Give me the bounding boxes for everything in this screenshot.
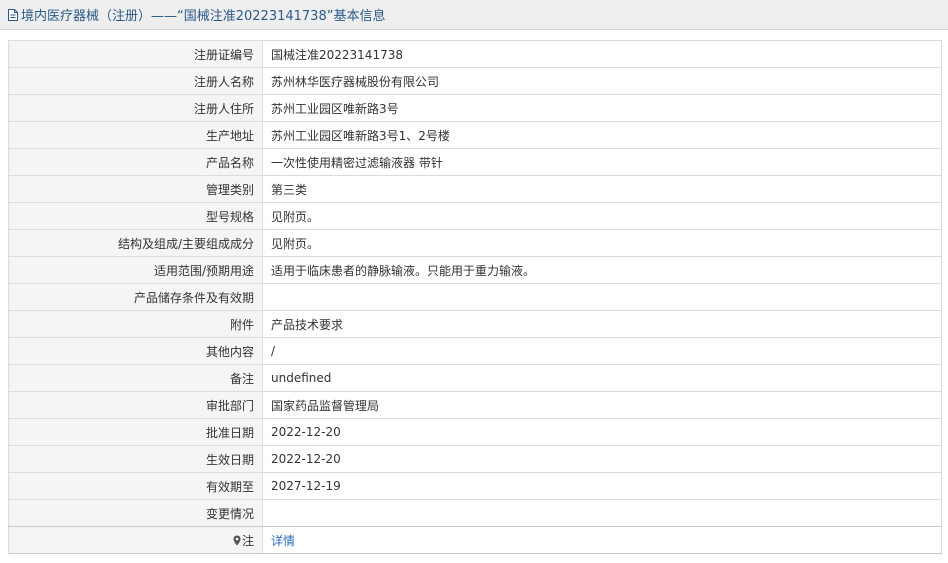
table-row: 注册证编号 国械注准20223141738 bbox=[8, 40, 942, 68]
table-row: 产品储存条件及有效期 bbox=[8, 283, 942, 311]
row-value: 2022-12-20 bbox=[262, 445, 942, 473]
page-title: 境内医疗器械（注册）——“国械注准20223141738”基本信息 bbox=[21, 9, 386, 24]
row-label: 附件 bbox=[8, 310, 263, 338]
row-value: 苏州工业园区唯新路3号 bbox=[262, 94, 942, 122]
row-label: 适用范围/预期用途 bbox=[8, 256, 263, 284]
note-label: 注 bbox=[241, 533, 254, 548]
row-label: 变更情况 bbox=[8, 499, 263, 527]
page-header: 境内医疗器械（注册）——“国械注准20223141738”基本信息 bbox=[0, 0, 948, 30]
table-row: 附件 产品技术要求 bbox=[8, 310, 942, 338]
row-value: undefined bbox=[262, 364, 942, 392]
row-label: 产品储存条件及有效期 bbox=[8, 283, 263, 311]
row-value: 一次性使用精密过滤输液器 带针 bbox=[262, 148, 942, 176]
note-row: 注 详情 bbox=[8, 526, 942, 554]
table-row: 注册人名称 苏州林华医疗器械股份有限公司 bbox=[8, 67, 942, 95]
table-row: 管理类别 第三类 bbox=[8, 175, 942, 203]
table-row: 备注 undefined bbox=[8, 364, 942, 392]
info-table-container: 注册证编号 国械注准20223141738 注册人名称 苏州林华医疗器械股份有限公司注… bbox=[8, 40, 942, 554]
row-label: 生效日期 bbox=[8, 445, 263, 473]
table-row: 有效期至 2027-12-19 bbox=[8, 472, 942, 500]
row-value: 2027-12-19 bbox=[262, 472, 942, 500]
row-label: 注册人住所 bbox=[8, 94, 263, 122]
info-table-body: 注册证编号 国械注准20223141738 注册人名称 苏州林华医疗器械股份有限公司注… bbox=[8, 40, 942, 527]
row-label: 有效期至 bbox=[8, 472, 263, 500]
row-value: 第三类 bbox=[262, 175, 942, 203]
row-label: 注册人名称 bbox=[8, 67, 263, 95]
table-row: 其他内容 / bbox=[8, 337, 942, 365]
row-value bbox=[262, 499, 942, 527]
detail-link[interactable]: 详情 bbox=[271, 534, 295, 548]
row-label: 审批部门 bbox=[8, 391, 263, 419]
row-value: 国械注准20223141738 bbox=[262, 40, 942, 68]
row-value: 见附页。 bbox=[262, 229, 942, 257]
map-pin-icon bbox=[233, 535, 241, 546]
row-value: / bbox=[262, 337, 942, 365]
row-value: 见附页。 bbox=[262, 202, 942, 230]
table-row: 结构及组成/主要组成成分 见附页。 bbox=[8, 229, 942, 257]
note-value-cell: 详情 bbox=[262, 526, 942, 554]
row-value: 苏州工业园区唯新路3号1、2号楼 bbox=[262, 121, 942, 149]
row-value: 国家药品监督管理局 bbox=[262, 391, 942, 419]
note-label-cell: 注 bbox=[8, 526, 263, 554]
row-value bbox=[262, 283, 942, 311]
info-table: 注册证编号 国械注准20223141738 注册人名称 苏州林华医疗器械股份有限公司注… bbox=[8, 40, 942, 554]
table-row: 变更情况 bbox=[8, 499, 942, 527]
row-value: 苏州林华医疗器械股份有限公司 bbox=[262, 67, 942, 95]
row-label: 其他内容 bbox=[8, 337, 263, 365]
table-row: 生产地址 苏州工业园区唯新路3号1、2号楼 bbox=[8, 121, 942, 149]
row-label: 结构及组成/主要组成成分 bbox=[8, 229, 263, 257]
row-label: 备注 bbox=[8, 364, 263, 392]
row-label: 批准日期 bbox=[8, 418, 263, 446]
row-label: 管理类别 bbox=[8, 175, 263, 203]
table-row: 型号规格 见附页。 bbox=[8, 202, 942, 230]
document-icon bbox=[8, 8, 18, 21]
row-value: 2022-12-20 bbox=[262, 418, 942, 446]
table-row: 产品名称 一次性使用精密过滤输液器 带针 bbox=[8, 148, 942, 176]
table-row: 批准日期 2022-12-20 bbox=[8, 418, 942, 446]
table-row: 生效日期 2022-12-20 bbox=[8, 445, 942, 473]
row-label: 型号规格 bbox=[8, 202, 263, 230]
table-row: 适用范围/预期用途 适用于临床患者的静脉输液。只能用于重力输液。 bbox=[8, 256, 942, 284]
row-label: 注册证编号 bbox=[8, 40, 263, 68]
row-value: 适用于临床患者的静脉输液。只能用于重力输液。 bbox=[262, 256, 942, 284]
row-value: 产品技术要求 bbox=[262, 310, 942, 338]
row-label: 产品名称 bbox=[8, 148, 263, 176]
table-row: 注册人住所 苏州工业园区唯新路3号 bbox=[8, 94, 942, 122]
row-label: 生产地址 bbox=[8, 121, 263, 149]
table-row: 审批部门 国家药品监督管理局 bbox=[8, 391, 942, 419]
